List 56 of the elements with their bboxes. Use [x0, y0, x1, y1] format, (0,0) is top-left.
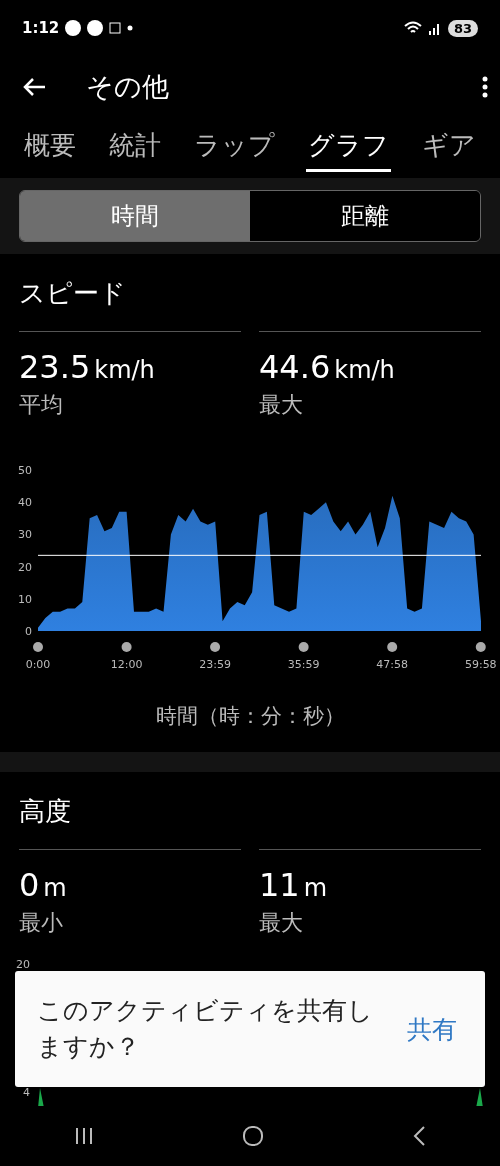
axis-tick-label: 0:00 — [25, 658, 51, 671]
axis-tick-label: 20 — [16, 958, 30, 971]
stat-unit: km/h — [94, 356, 155, 384]
more-menu-icon[interactable] — [482, 76, 488, 98]
timeline-dot[interactable] — [475, 642, 486, 652]
axis-tick-label: 4 — [23, 1086, 30, 1099]
stat-label: 平均 — [19, 391, 64, 419]
section-title: 高度 — [19, 795, 72, 828]
section-title: スピード — [19, 277, 127, 310]
signal-icon — [427, 21, 442, 35]
timeline-dot[interactable] — [33, 642, 43, 652]
segment-button[interactable]: 時間 — [20, 191, 250, 241]
page-title: その他 — [86, 70, 170, 104]
axis-tick-label: 40 — [18, 496, 32, 510]
segment-button[interactable]: 距離 — [250, 191, 480, 241]
stat-value: 23.5 — [19, 348, 91, 386]
tab[interactable]: 概要 — [22, 118, 78, 172]
wifi-icon — [403, 21, 422, 35]
tab[interactable]: ラップ — [192, 118, 277, 172]
tab[interactable]: ギア — [420, 118, 478, 172]
battery-indicator: 83 — [447, 19, 478, 37]
stat-label: 最小 — [19, 909, 64, 937]
status-time: 1:12 — [22, 19, 60, 37]
notification-icon — [109, 22, 122, 34]
stat-label: 最大 — [259, 909, 304, 937]
tab[interactable]: 統計 — [107, 118, 163, 172]
timeline-dot[interactable] — [298, 642, 309, 652]
stat-value: 44.6 — [259, 348, 331, 386]
stat-unit: m — [303, 874, 328, 902]
axis-tick-label: 30 — [18, 528, 32, 542]
share-link[interactable]: 共有 — [401, 1011, 463, 1047]
timeline-dot[interactable] — [121, 642, 132, 652]
stat-value: 0 — [19, 866, 40, 904]
axis-tick-label: 23:59 — [199, 658, 231, 671]
axis-tick-label: 59:58 — [464, 658, 497, 671]
stat-value: 11 — [259, 866, 300, 904]
axis-tick-label: 10 — [18, 592, 32, 606]
axis-tick-label: 47:58 — [376, 658, 409, 671]
axis-tick-label: 0 — [25, 625, 32, 638]
axis-title: 時間（時：分：秒） — [154, 703, 346, 730]
timeline-dot[interactable] — [210, 642, 221, 652]
back-arrow-icon[interactable] — [22, 77, 46, 97]
axis-tick-label: 12:00 — [110, 658, 143, 671]
tab[interactable]: グラフ — [306, 118, 391, 172]
home-icon[interactable] — [242, 1125, 264, 1147]
recent-apps-icon[interactable] — [74, 1127, 94, 1145]
stat-label: 最大 — [259, 391, 304, 419]
stat-unit: km/h — [334, 356, 395, 384]
toast-message: このアクティビティを共有しますか？ — [37, 994, 374, 1063]
axis-tick-label: 20 — [18, 560, 32, 574]
stat-unit: m — [43, 874, 67, 902]
dot-icon — [127, 25, 134, 31]
back-icon[interactable] — [412, 1125, 426, 1147]
timeline-dot[interactable] — [387, 642, 398, 652]
axis-tick-label: 50 — [18, 464, 32, 477]
axis-tick-label: 35:59 — [287, 658, 320, 671]
